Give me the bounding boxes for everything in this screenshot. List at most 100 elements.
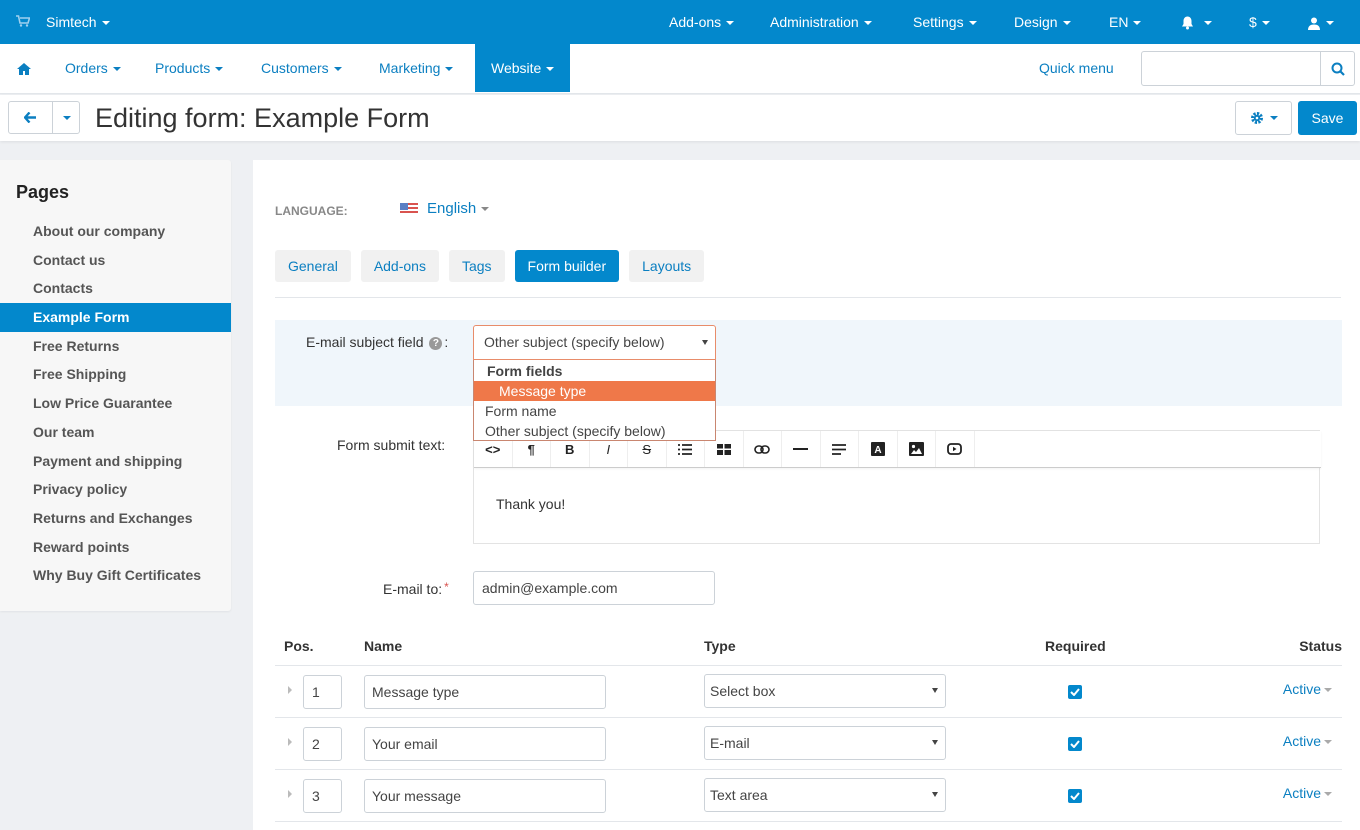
pages-sidebar: Pages About our company Contact us Conta… [0,160,231,611]
table-row: Text area Active [275,770,1342,822]
sidebar-item[interactable]: Free Shipping [0,360,231,389]
nav-website[interactable]: Website [475,44,571,92]
table-header: Pos. Name Type Required Status [275,630,1342,666]
link-icon[interactable] [744,431,782,467]
store-switcher[interactable]: Simtech [46,0,110,44]
chevron-down-icon [445,67,454,72]
expand-icon[interactable] [288,738,292,746]
select-value: Select box [710,683,776,699]
search-input[interactable] [1142,52,1322,85]
required-checkbox[interactable] [1068,685,1082,699]
save-button[interactable]: Save [1298,101,1357,135]
sidebar-item[interactable]: Why Buy Gift Certificates [0,561,231,590]
table-row: E-mail Active [275,718,1342,770]
settings-dropdown-button[interactable] [1235,101,1292,135]
nav-label: Marketing [379,60,441,76]
menu-language[interactable]: EN [1109,0,1142,44]
dropdown-option[interactable]: Form name [474,401,715,421]
horizontal-rule-icon[interactable] [782,431,821,467]
field-name-input[interactable] [364,727,606,761]
menu-label: Administration [770,14,859,30]
field-type-select[interactable]: Select box [704,674,946,708]
tab-layouts[interactable]: Layouts [629,250,705,282]
cart-icon[interactable] [16,0,31,44]
status-value: Active [1282,681,1321,697]
language-label: LANGUAGE: [275,204,348,218]
chevron-down-icon [1269,116,1278,120]
sidebar-item[interactable]: Payment and shipping [0,447,231,476]
expand-icon[interactable] [288,686,292,694]
title-bar: Editing form: Example Form Save [0,95,1360,141]
nav-label: Customers [261,60,329,76]
menu-design[interactable]: Design [1014,0,1071,44]
email-to-label: E-mail to: * [383,580,449,597]
main-nav: Orders Products Customers Marketing Webs… [0,44,1360,94]
email-to-input[interactable] [473,571,715,605]
search-box [1141,51,1355,86]
page-title: Editing form: Example Form [95,103,430,133]
expand-icon[interactable] [288,790,292,798]
video-icon[interactable] [936,431,975,467]
sidebar-item[interactable]: Returns and Exchanges [0,504,231,533]
dropdown-option[interactable]: Other subject (specify below) [474,421,715,441]
status-dropdown[interactable]: Active [1283,681,1332,697]
menu-addons[interactable]: Add-ons [669,0,735,44]
tab-form-builder[interactable]: Form builder [514,250,620,282]
history-dropdown-button[interactable] [54,102,80,133]
sidebar-item-active[interactable]: Example Form [0,303,231,332]
sidebar-item[interactable]: About our company [0,217,231,246]
form-fields-table: Pos. Name Type Required Status Select bo… [275,630,1342,822]
status-dropdown[interactable]: Active [1283,785,1332,801]
nav-products[interactable]: Products [155,44,224,92]
nav-marketing[interactable]: Marketing [379,44,454,92]
status-dropdown[interactable]: Active [1283,733,1332,749]
sidebar-item[interactable]: Our team [0,418,231,447]
required-checkbox[interactable] [1068,737,1082,751]
tab-tags[interactable]: Tags [448,250,505,282]
field-type-select[interactable]: Text area [704,778,946,812]
user-menu[interactable] [1308,0,1334,44]
back-button[interactable] [9,102,53,133]
sidebar-item[interactable]: Reward points [0,533,231,562]
pages-list: About our company Contact us Contacts Ex… [0,217,231,590]
help-icon[interactable]: ? [429,337,443,350]
check-icon [1070,740,1080,748]
menu-administration[interactable]: Administration [770,0,872,44]
tab-addons[interactable]: Add-ons [360,250,439,282]
align-icon[interactable] [821,431,859,467]
sidebar-item[interactable]: Free Returns [0,332,231,361]
header-required: Required [1045,638,1106,654]
field-name-input[interactable] [364,779,606,813]
search-button[interactable] [1320,52,1354,85]
quick-menu-link[interactable]: Quick menu [1039,44,1114,92]
sidebar-item[interactable]: Contacts [0,274,231,303]
position-input[interactable] [303,675,342,709]
position-input[interactable] [303,779,342,813]
tab-general[interactable]: General [275,250,351,282]
status-value: Active [1282,785,1321,801]
sidebar-item[interactable]: Low Price Guarantee [0,389,231,418]
field-type-select[interactable]: E-mail [704,726,946,760]
sidebar-item[interactable]: Privacy policy [0,475,231,504]
currency-menu[interactable]: $ [1249,0,1270,44]
gear-icon [1250,112,1263,124]
nav-label: Products [155,60,211,76]
subject-field-select[interactable]: Other subject (specify below) [473,325,716,360]
nav-customers[interactable]: Customers [261,44,342,92]
language-selector[interactable]: English [400,200,490,217]
font-color-icon[interactable]: A [859,431,898,467]
sidebar-heading: Pages [16,182,70,202]
header-status: Status [1299,638,1342,654]
menu-settings[interactable]: Settings [913,0,977,44]
position-input[interactable] [303,727,342,761]
nav-orders[interactable]: Orders [65,44,121,92]
notifications-menu[interactable] [1181,0,1212,44]
dropdown-option-highlighted[interactable]: Message type [474,381,715,401]
search-icon [1331,62,1345,76]
editor-content[interactable]: Thank you! [496,496,565,512]
field-name-input[interactable] [364,675,606,709]
sidebar-item[interactable]: Contact us [0,246,231,275]
required-checkbox[interactable] [1068,789,1082,803]
image-icon[interactable] [898,431,936,467]
home-icon[interactable] [17,44,31,92]
